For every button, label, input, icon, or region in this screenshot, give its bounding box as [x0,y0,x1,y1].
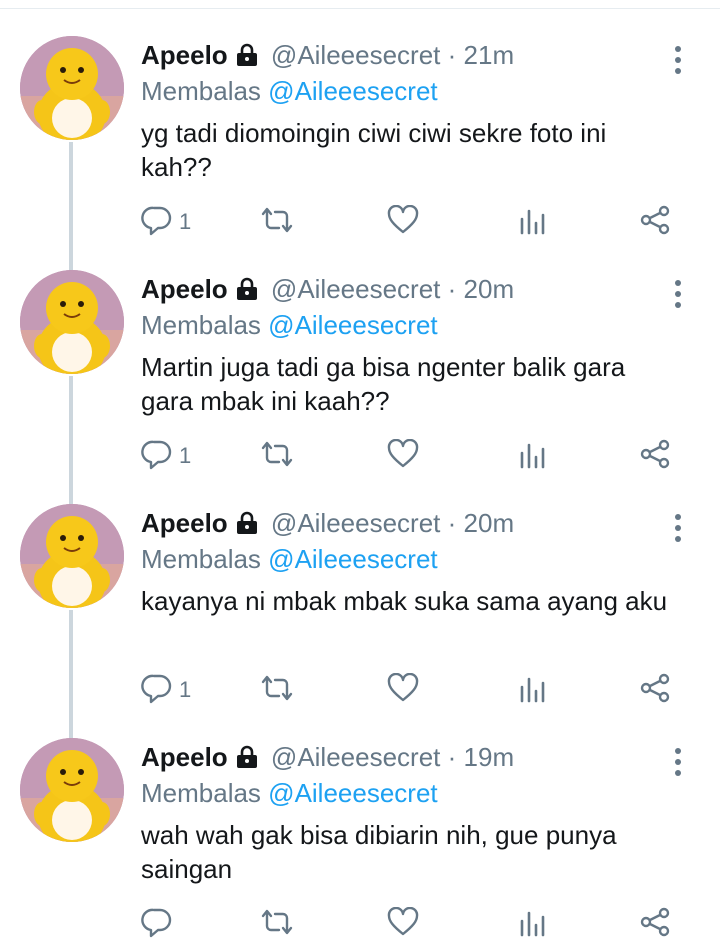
lock-icon [234,741,260,779]
separator-dot: · [447,742,457,772]
display-name[interactable]: Apeelo [141,274,228,304]
replying-to: Membalas @Aileeesecret [141,74,701,108]
retweet-button[interactable] [259,904,295,944]
tweet-text: wah wah gak bisa dibiarin nih, gue punya… [141,820,617,884]
separator-dot: · [447,40,457,70]
tweet[interactable]: Apeelo @Aileeesecret · 20m Membalas @Ail… [0,468,720,740]
retweet-icon [259,906,295,943]
heart-icon [387,906,419,942]
replying-to: Membalas @Aileeesecret [141,776,701,810]
more-vertical-icon[interactable] [668,746,688,778]
tweet[interactable]: Apeelo @Aileeesecret · 21m Membalas @Ail… [0,0,720,272]
analytics-button[interactable] [517,904,547,944]
more-vertical-icon[interactable] [668,278,688,310]
reply-count: 1 [179,443,192,468]
user-handle[interactable]: @Aileeesecret [271,742,440,772]
separator-dot: · [447,508,457,538]
reply-thread: Apeelo @Aileeesecret · 21m Membalas @Ail… [0,0,720,951]
lock-icon [234,39,260,77]
reply-count: 1 [179,209,192,234]
tweet-text: Martin juga tadi ga bisa ngenter balik g… [141,352,626,416]
user-handle[interactable]: @Aileeesecret [271,40,440,70]
display-name[interactable]: Apeelo [141,508,228,538]
more-vertical-icon[interactable] [668,512,688,544]
replying-to: Membalas @Aileeesecret [141,308,701,342]
tweet-text: yg tadi diomoingin ciwi ciwi sekre foto … [141,118,607,182]
replying-to-handle[interactable]: @Aileeesecret [268,544,437,574]
avatar[interactable] [20,36,124,140]
share-icon [639,906,671,943]
display-name[interactable]: Apeelo [141,742,228,772]
tweet-text: kayanya ni mbak mbak suka sama ayang aku [141,586,668,616]
more-vertical-icon[interactable] [668,44,688,76]
separator-dot: · [447,274,457,304]
lock-icon [234,507,260,545]
reply-button[interactable] [141,904,179,944]
user-handle[interactable]: @Aileeesecret [271,274,440,304]
replying-to-label: Membalas [141,310,261,340]
user-handle[interactable]: @Aileeesecret [271,508,440,538]
display-name[interactable]: Apeelo [141,40,228,70]
timestamp[interactable]: 20m [464,274,515,304]
analytics-icon [517,907,547,942]
tweet[interactable]: Apeelo @Aileeesecret · 20m Membalas @Ail… [0,234,720,506]
replying-to-label: Membalas [141,544,261,574]
avatar[interactable] [20,504,124,608]
tweet-actions [141,904,701,944]
replying-to-label: Membalas [141,778,261,808]
like-button[interactable] [387,904,419,944]
lock-icon [234,273,260,311]
timestamp[interactable]: 21m [464,40,515,70]
timestamp[interactable]: 19m [464,742,515,772]
replying-to-label: Membalas [141,76,261,106]
replying-to-handle[interactable]: @Aileeesecret [268,76,437,106]
avatar[interactable] [20,270,124,374]
reply-count: 1 [179,677,192,702]
replying-to: Membalas @Aileeesecret [141,542,701,576]
share-button[interactable] [639,904,671,944]
tweet[interactable]: Apeelo @Aileeesecret · 19m Membalas @Ail… [0,702,720,937]
avatar[interactable] [20,738,124,842]
reply-icon [141,906,173,943]
timestamp[interactable]: 20m [464,508,515,538]
replying-to-handle[interactable]: @Aileeesecret [268,310,437,340]
replying-to-handle[interactable]: @Aileeesecret [268,778,437,808]
